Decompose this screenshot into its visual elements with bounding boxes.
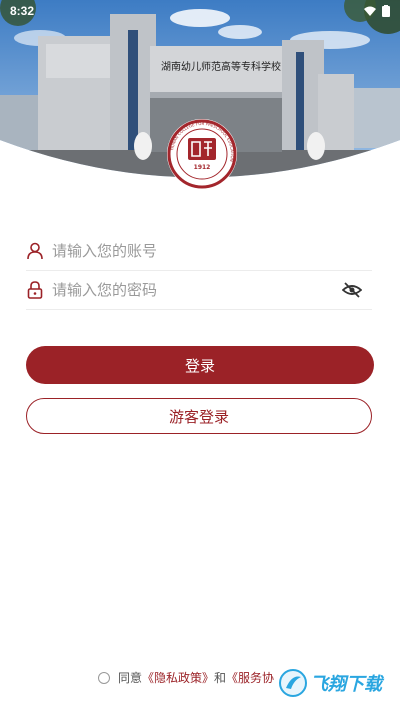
- agreement-row: 同意 《隐私政策》 和 《服务协: [98, 669, 274, 686]
- status-time: 8:32: [10, 4, 35, 18]
- status-icons: [364, 5, 390, 17]
- account-field: [26, 232, 372, 271]
- battery-icon: [382, 5, 390, 17]
- hero-banner: 湖南幼儿师范高等专科学校 8:32 HUNAN COLLEGE FOR PRES…: [0, 0, 400, 215]
- password-field: [26, 271, 372, 310]
- gate-sign-text: 湖南幼儿师范高等专科学校: [161, 60, 281, 73]
- college-logo: HUNAN COLLEGE FOR PRESCHOOL EDUCATION 19…: [167, 119, 237, 189]
- status-bar: 8:32: [0, 0, 400, 22]
- download-site-watermark: 飞翔下载: [278, 665, 390, 701]
- privacy-policy-link[interactable]: 《隐私政策》: [142, 669, 214, 686]
- logo-year: 1912: [194, 164, 211, 171]
- wifi-icon: [364, 6, 376, 16]
- login-button[interactable]: 登录: [26, 346, 374, 384]
- agree-radio[interactable]: [98, 671, 110, 684]
- lock-icon: [26, 281, 44, 299]
- watermark-logo-icon: [279, 669, 307, 697]
- service-agreement-link[interactable]: 《服务协: [226, 669, 274, 686]
- user-icon: [26, 242, 44, 260]
- agree-prefix: 同意: [118, 671, 143, 685]
- hide-password-icon[interactable]: [341, 281, 363, 299]
- account-input[interactable]: [50, 241, 334, 261]
- password-input[interactable]: [50, 280, 334, 300]
- watermark-text: 飞翔下载: [310, 674, 382, 695]
- guest-login-button[interactable]: 游客登录: [26, 398, 372, 434]
- agree-and: 和: [214, 671, 227, 685]
